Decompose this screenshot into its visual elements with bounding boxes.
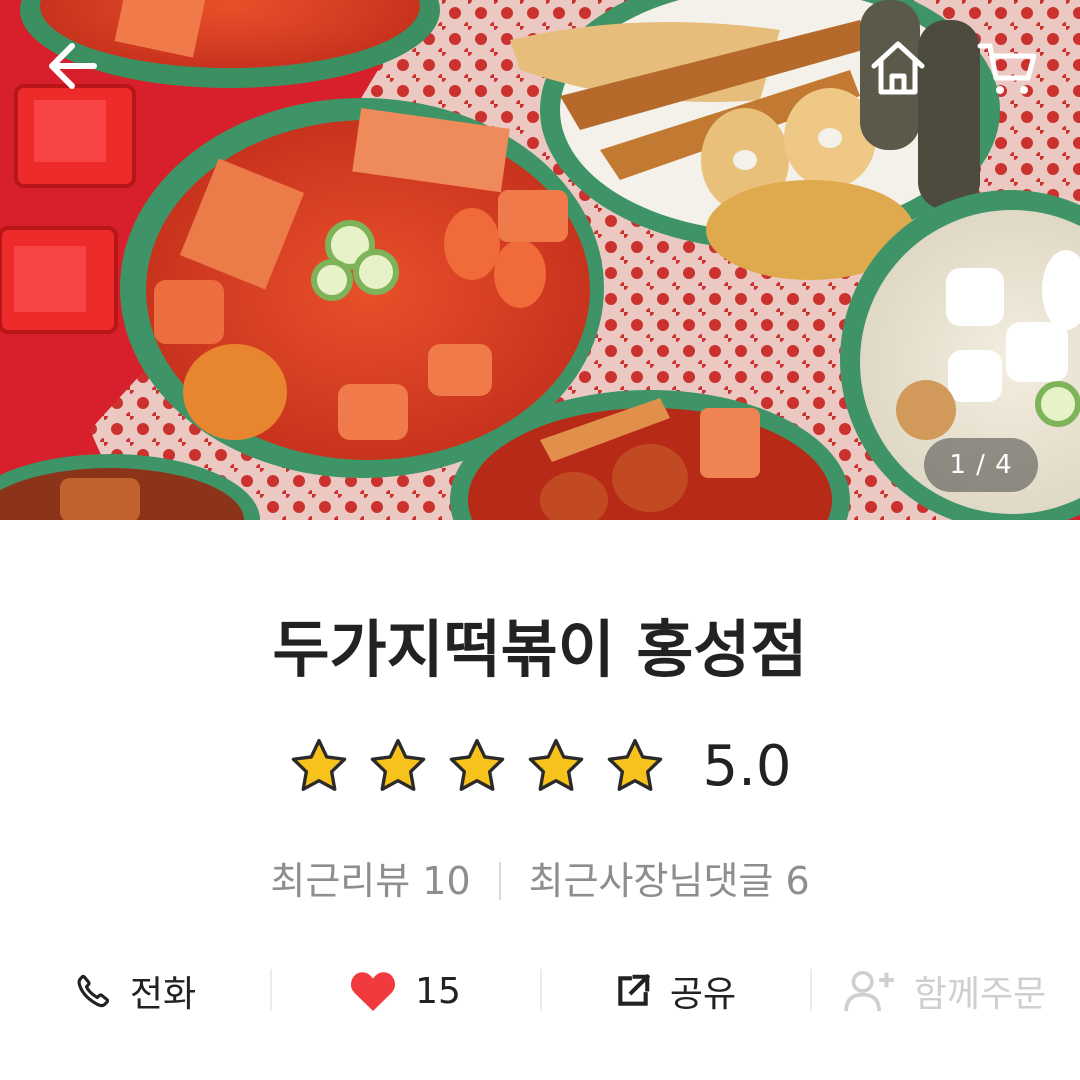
group-order-button[interactable]: 함께주문 (810, 955, 1080, 1027)
store-rating: 5.0 (0, 730, 1080, 804)
rating-stars (288, 736, 666, 798)
owner-replies-link[interactable]: 최근사장님댓글 6 (529, 852, 810, 910)
call-label: 전화 (129, 974, 197, 1015)
cart-icon (977, 43, 1037, 94)
star-icon (371, 738, 426, 791)
home-icon (871, 41, 925, 95)
star-icon (529, 738, 584, 791)
home-button[interactable] (858, 30, 938, 106)
star-icon (292, 738, 347, 791)
cart-button[interactable] (966, 30, 1050, 106)
recent-reviews-link[interactable]: 최근리뷰 10 (270, 852, 470, 910)
group-order-label: 함께주문 (913, 974, 1047, 1015)
add-person-icon (844, 970, 894, 1012)
share-icon (618, 973, 651, 1006)
star-icon (450, 738, 505, 791)
phone-icon (77, 974, 110, 1008)
share-label: 공유 (669, 974, 737, 1015)
share-button[interactable]: 공유 (540, 955, 810, 1027)
rating-score: 5.0 (702, 734, 792, 799)
like-button[interactable]: 15 (270, 955, 540, 1027)
back-arrow-icon (49, 43, 97, 89)
star-icon (608, 738, 663, 791)
stats-divider (498, 862, 501, 900)
heart-icon (351, 972, 396, 1011)
store-name: 두가지떡볶이 홍성점 (272, 613, 808, 686)
store-photo-carousel[interactable]: 1 / 4 (0, 0, 1080, 520)
image-counter: 1 / 4 (924, 438, 1038, 492)
call-button[interactable]: 전화 (0, 955, 270, 1027)
review-stats: 최근리뷰 10 최근사장님댓글 6 (0, 852, 1080, 910)
like-count: 15 (415, 970, 461, 1012)
back-button[interactable] (34, 28, 110, 104)
action-bar: 전화 15 공유 함께주문 (0, 955, 1080, 1027)
